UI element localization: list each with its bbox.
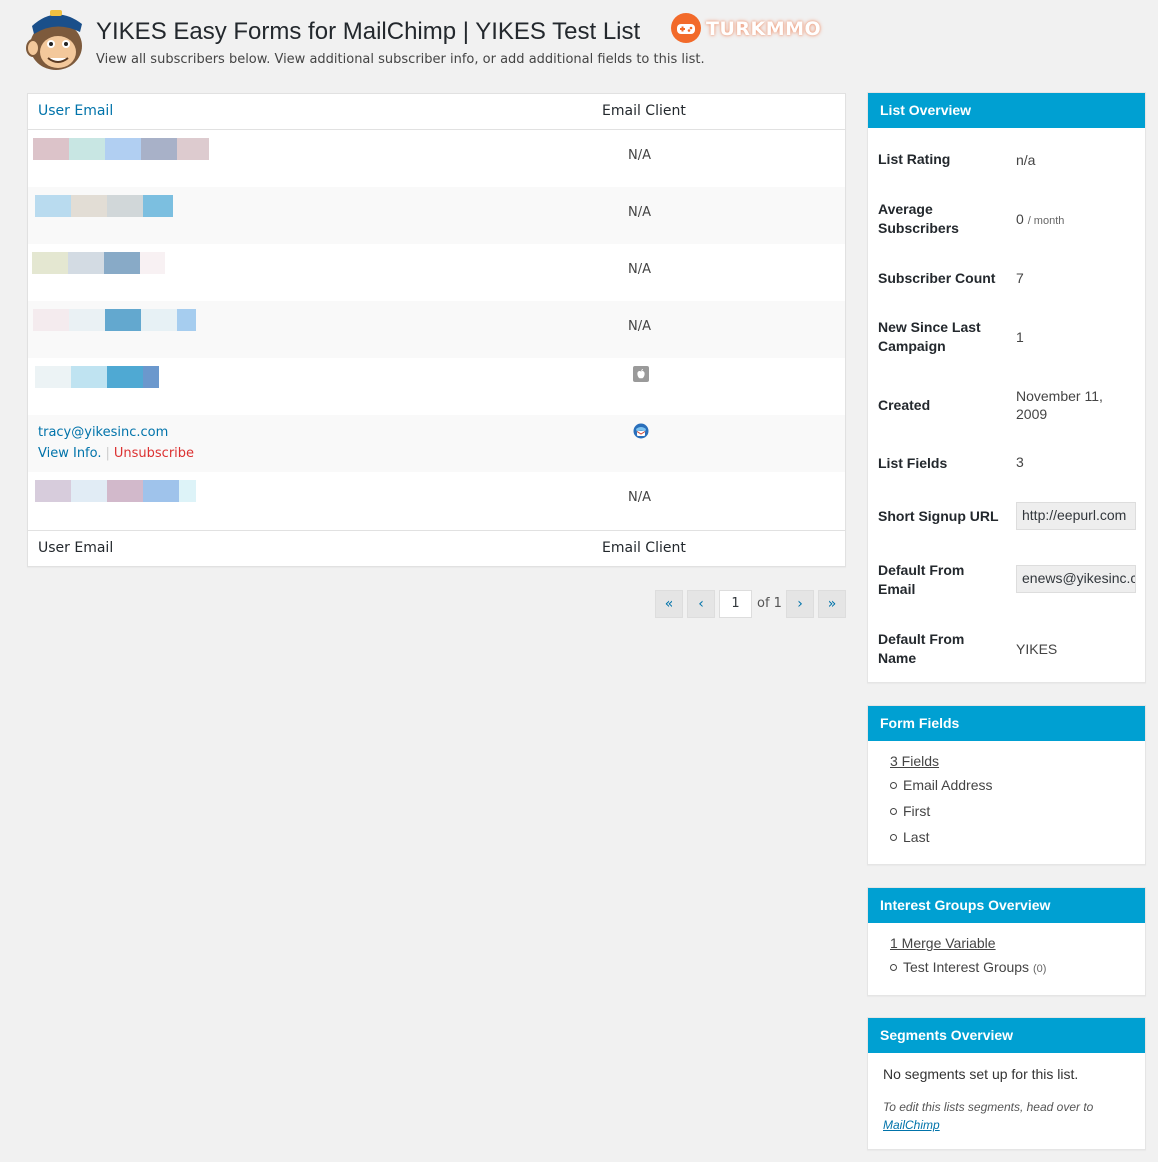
page-header: YIKES Easy Forms for MailChimp | YIKES T… bbox=[24, 6, 824, 76]
interest-group-count: (0) bbox=[1032, 963, 1047, 975]
segments-empty-text: No segments set up for this list. bbox=[883, 1066, 1079, 1082]
page-title: YIKES Easy Forms for MailChimp | YIKES T… bbox=[96, 18, 641, 45]
bullet-circle-icon bbox=[890, 808, 897, 815]
action-separator: | bbox=[105, 446, 110, 461]
new-since-last-campaign-label: New Since Last Campaign bbox=[878, 319, 981, 354]
segments-box: Segments Overview No segments set up for… bbox=[867, 1017, 1146, 1150]
gamepad-icon bbox=[671, 13, 701, 43]
email-client-value: N/A bbox=[628, 262, 651, 277]
watermark-text: TURKMMO bbox=[706, 18, 822, 40]
footer-user-email: User Email bbox=[38, 540, 114, 556]
email-client-value: N/A bbox=[628, 319, 651, 334]
first-page-button[interactable]: « bbox=[655, 590, 683, 618]
default-from-name-label: Default From Name bbox=[878, 631, 965, 666]
bullet-circle-icon bbox=[890, 782, 897, 789]
default-from-email-label: Default From Email bbox=[878, 562, 965, 597]
segments-note-text: To edit this lists segments, head over t… bbox=[883, 1100, 1094, 1114]
short-signup-url-label: Short Signup URL bbox=[878, 508, 999, 524]
interest-groups-title: Interest Groups Overview bbox=[868, 888, 1145, 923]
view-info-link[interactable]: View Info. bbox=[38, 446, 102, 461]
blurred-email bbox=[33, 138, 209, 160]
form-fields-title: Form Fields bbox=[868, 706, 1145, 741]
bullet-circle-icon bbox=[890, 964, 897, 971]
average-subscribers-label: Average Subscribers bbox=[878, 201, 959, 236]
total-pages: of 1 bbox=[757, 596, 782, 611]
last-page-button[interactable]: » bbox=[818, 590, 846, 618]
segments-note: To edit this lists segments, head over t… bbox=[883, 1098, 1133, 1134]
table-header: User Email Email Client bbox=[28, 94, 845, 130]
created-label: Created bbox=[878, 397, 931, 413]
average-subscribers-unit: / month bbox=[1027, 215, 1065, 227]
current-page-input[interactable]: 1 bbox=[719, 590, 752, 618]
prev-page-button[interactable]: ‹ bbox=[687, 590, 715, 618]
subscriber-count-label: Subscriber Count bbox=[878, 270, 996, 286]
subscriber-email-link[interactable]: tracy@yikesinc.com bbox=[38, 425, 168, 440]
form-field-label: Email Address bbox=[903, 777, 993, 793]
table-row: N/A bbox=[28, 472, 845, 529]
blurred-email bbox=[35, 366, 159, 388]
table-row: N/A bbox=[28, 301, 845, 358]
table-footer: User Email Email Client bbox=[28, 530, 845, 566]
pagination: « ‹ 1 of 1 › » bbox=[0, 590, 860, 618]
apple-icon bbox=[633, 366, 649, 382]
fields-count-link[interactable]: 3 Fields bbox=[890, 753, 939, 769]
table-row bbox=[28, 358, 845, 415]
email-client-value: N/A bbox=[628, 205, 651, 220]
subscriber-count-value: 7 bbox=[1016, 270, 1024, 286]
list-overview-title: List Overview bbox=[868, 93, 1145, 128]
blurred-email bbox=[35, 480, 196, 502]
blurred-email bbox=[35, 195, 173, 217]
default-from-email-field[interactable]: enews@yikesinc.com bbox=[1016, 565, 1136, 593]
interest-group-item: Test Interest Groups (0) bbox=[890, 959, 1046, 975]
watermark-logo: TURKMMO bbox=[670, 12, 821, 48]
form-field-label: First bbox=[903, 803, 931, 819]
footer-email-client: Email Client bbox=[602, 540, 686, 556]
subscribers-table: User Email Email Client N/A N/A N/A N/A bbox=[27, 93, 846, 567]
form-field-item: First bbox=[890, 803, 930, 819]
table-row: N/A bbox=[28, 187, 845, 244]
segments-title: Segments Overview bbox=[868, 1018, 1145, 1053]
unsubscribe-link[interactable]: Unsubscribe bbox=[114, 446, 194, 461]
default-from-name-value: YIKES bbox=[1016, 641, 1058, 657]
list-rating-value: n/a bbox=[1016, 152, 1036, 168]
mailchimp-monkey-logo bbox=[26, 10, 82, 70]
merge-variable-link[interactable]: 1 Merge Variable bbox=[890, 935, 996, 951]
thunderbird-icon bbox=[633, 423, 649, 439]
row-actions: View Info. | Unsubscribe bbox=[38, 446, 194, 461]
next-page-button[interactable]: › bbox=[786, 590, 814, 618]
created-value: November 11, 2009 bbox=[1016, 388, 1103, 422]
form-fields-box: Form Fields 3 Fields Email Address First… bbox=[867, 705, 1146, 865]
blurred-email bbox=[32, 252, 165, 274]
interest-group-label: Test Interest Groups bbox=[903, 959, 1030, 975]
table-row: tracy@yikesinc.com View Info. | Unsubscrib… bbox=[28, 415, 845, 472]
list-fields-value: 3 bbox=[1016, 454, 1024, 470]
table-row: N/A bbox=[28, 244, 845, 301]
email-client-value: N/A bbox=[628, 490, 651, 505]
interest-groups-box: Interest Groups Overview 1 Merge Variabl… bbox=[867, 887, 1146, 996]
new-since-last-campaign-value: 1 bbox=[1016, 329, 1024, 345]
form-field-item: Last bbox=[890, 829, 929, 845]
short-signup-url-field[interactable]: http://eepurl.com bbox=[1016, 502, 1136, 530]
list-rating-label: List Rating bbox=[878, 151, 951, 167]
blurred-email bbox=[33, 309, 196, 331]
mailchimp-link[interactable]: MailChimp bbox=[883, 1118, 940, 1132]
column-header-email-client: Email Client bbox=[602, 103, 686, 119]
list-overview-box: List Overview List Rating n/a Average Su… bbox=[867, 92, 1146, 683]
table-row: N/A bbox=[28, 130, 845, 187]
form-field-item: Email Address bbox=[890, 777, 992, 793]
list-fields-label: List Fields bbox=[878, 455, 948, 471]
email-client-value: N/A bbox=[628, 148, 651, 163]
column-header-user-email[interactable]: User Email bbox=[38, 103, 113, 119]
average-subscribers-value: 0 / month bbox=[1016, 210, 1138, 230]
page-subtitle: View all subscribers below. View additio… bbox=[96, 52, 705, 67]
form-field-label: Last bbox=[903, 829, 930, 845]
average-subscribers-number: 0 bbox=[1016, 211, 1024, 227]
bullet-circle-icon bbox=[890, 834, 897, 841]
